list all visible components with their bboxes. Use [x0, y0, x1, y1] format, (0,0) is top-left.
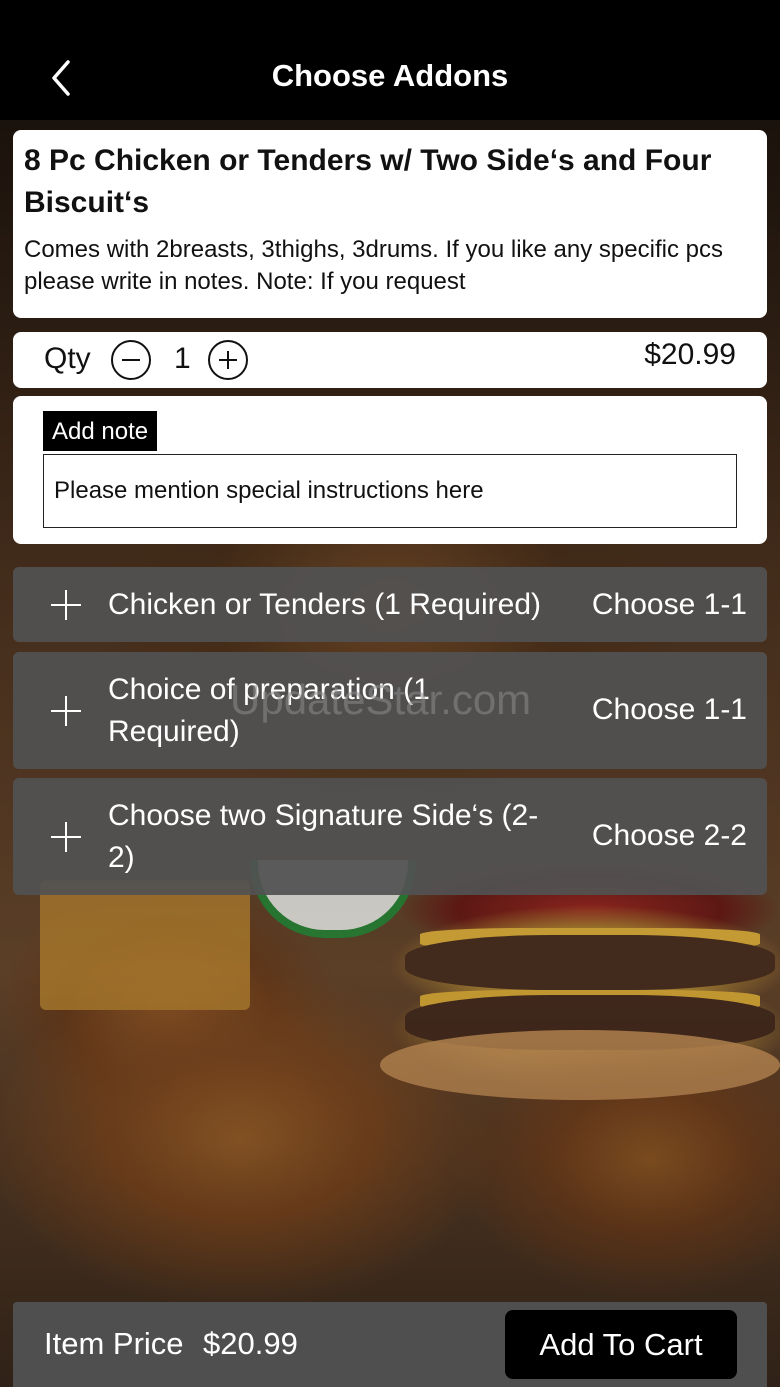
addon-choose-count: Choose 2-2: [591, 819, 747, 852]
plus-icon: [51, 590, 81, 620]
header-bar: Choose Addons: [0, 0, 780, 120]
plus-icon: [51, 696, 81, 726]
addon-choose-count: Choose 1-1: [591, 693, 747, 726]
addon-choose-count: Choose 1-1: [591, 588, 747, 621]
increase-qty-button[interactable]: [208, 340, 248, 380]
footer-bar: Item Price $20.99 Add To Cart: [13, 1302, 767, 1387]
addon-label: Chicken or Tenders (1 Required): [108, 588, 541, 621]
qty-label: Qty: [44, 342, 91, 375]
item-price: $20.99: [644, 338, 736, 371]
add-to-cart-button[interactable]: Add To Cart: [505, 1310, 737, 1379]
note-card: Add note: [13, 396, 767, 544]
addon-signature-sides[interactable]: Choose two Signature Side‘s (2-2) Choose…: [13, 778, 767, 895]
item-price-label: Item Price: [44, 1326, 184, 1361]
item-details-card: 8 Pc Chicken or Tenders w/ Two Side‘s an…: [13, 130, 767, 318]
addon-choice-of-preparation[interactable]: Choice of preparation (1 Required) Choos…: [13, 652, 767, 769]
item-title: 8 Pc Chicken or Tenders w/ Two Side‘s an…: [24, 144, 712, 219]
addon-label: Choice of preparation (1 Required): [108, 673, 430, 748]
note-input[interactable]: [43, 454, 737, 528]
decrease-qty-button[interactable]: [111, 340, 151, 380]
addon-label: Choose two Signature Side‘s (2-2): [108, 799, 539, 874]
add-note-label: Add note: [43, 411, 158, 451]
plus-icon: [51, 822, 81, 852]
qty-value: 1: [174, 342, 191, 375]
item-description: Comes with 2breasts, 3thighs, 3drums. If…: [24, 236, 723, 295]
page-title: Choose Addons: [271, 58, 509, 93]
item-price-value: $20.99: [203, 1326, 298, 1361]
quantity-row: Qty 1 $20.99: [13, 332, 767, 388]
addon-chicken-or-tenders[interactable]: Chicken or Tenders (1 Required) Choose 1…: [13, 567, 767, 642]
